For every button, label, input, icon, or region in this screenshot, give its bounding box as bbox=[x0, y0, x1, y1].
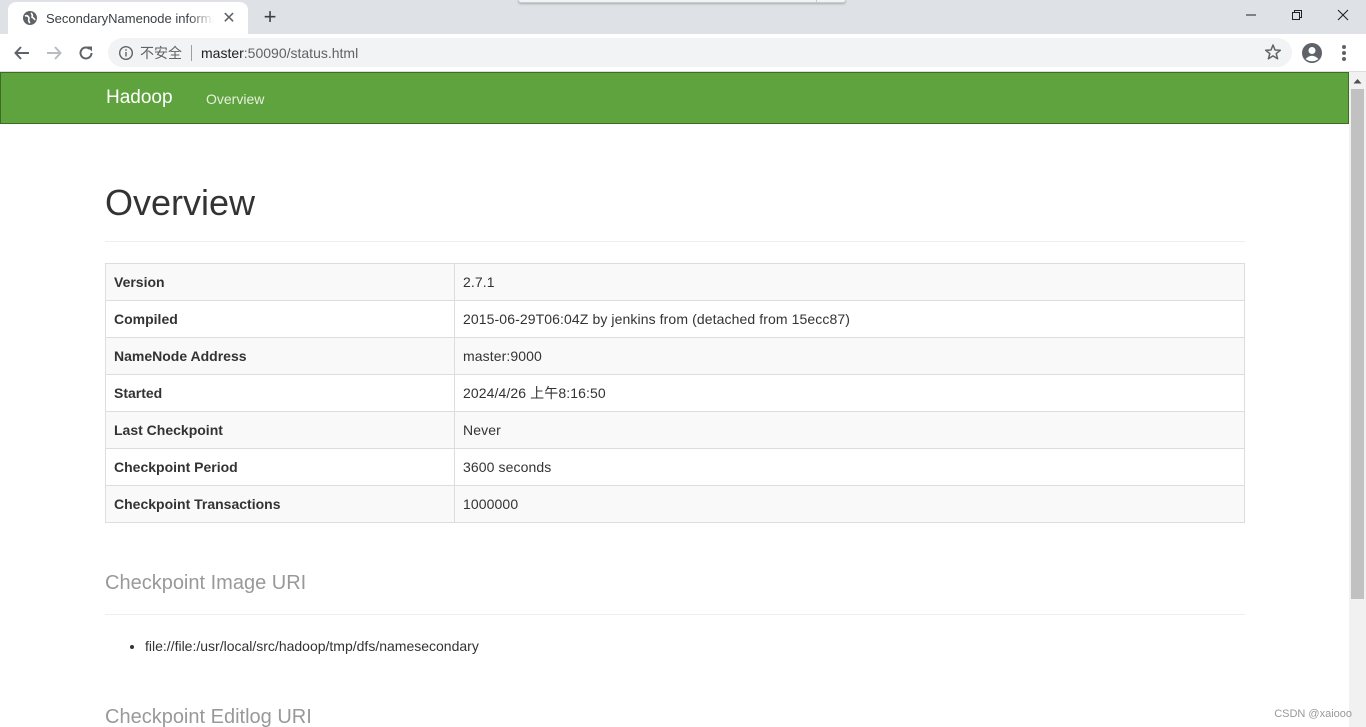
watermark: CSDN @xaiooo bbox=[1274, 708, 1352, 720]
info-key: Checkpoint Transactions bbox=[105, 485, 455, 523]
title-divider bbox=[105, 241, 1245, 242]
info-value: 3600 seconds bbox=[454, 448, 1245, 486]
info-key: Version bbox=[105, 263, 455, 301]
info-table: Version 2.7.1 Compiled 2015-06-29T06:04Z by… bbox=[105, 263, 1245, 523]
table-row: Started 2024/4/26 上午8:16:50 bbox=[105, 374, 1245, 412]
navbar-brand[interactable]: Hadoop bbox=[106, 87, 173, 109]
page-scrollbar[interactable] bbox=[1349, 72, 1366, 727]
page-title: Overview bbox=[105, 182, 256, 223]
info-key: Started bbox=[105, 374, 455, 412]
globe-icon bbox=[22, 10, 38, 26]
back-arrow-icon[interactable] bbox=[8, 39, 36, 67]
table-row: Compiled 2015-06-29T06:04Z by jenkins fro… bbox=[105, 300, 1245, 338]
reload-icon[interactable] bbox=[72, 39, 100, 67]
info-key: Checkpoint Period bbox=[105, 448, 455, 486]
info-value: 2024/4/26 上午8:16:50 bbox=[454, 374, 1245, 412]
tab-close-icon[interactable]: ✕ bbox=[220, 9, 238, 27]
image-uri-divider bbox=[105, 614, 1245, 615]
new-tab-button[interactable]: + bbox=[258, 5, 282, 29]
tab-title: SecondaryNamenode information bbox=[46, 10, 214, 26]
list-item: file://file:/usr/local/src/hadoop/tmp/df… bbox=[145, 636, 479, 656]
table-row: Version 2.7.1 bbox=[105, 263, 1245, 301]
url-path: :50090/status.html bbox=[243, 44, 359, 61]
bookmark-star-icon[interactable] bbox=[1264, 43, 1282, 61]
hadoop-navbar: Hadoop Overview bbox=[0, 72, 1349, 124]
profile-avatar-icon[interactable] bbox=[1300, 41, 1324, 65]
security-label[interactable]: 不安全 bbox=[140, 43, 182, 63]
editlog-uri-heading: Checkpoint Editlog URI bbox=[105, 706, 312, 727]
image-uri-heading: Checkpoint Image URI bbox=[105, 572, 307, 594]
forward-arrow-icon[interactable] bbox=[40, 39, 68, 67]
scrollbar-thumb[interactable] bbox=[1351, 89, 1364, 599]
info-value: Never bbox=[454, 411, 1245, 449]
minimize-icon[interactable] bbox=[1228, 0, 1274, 30]
info-value: 1000000 bbox=[454, 485, 1245, 523]
table-row: Checkpoint Period 3600 seconds bbox=[105, 448, 1245, 486]
scroll-up-arrow-icon[interactable] bbox=[1349, 72, 1366, 89]
table-row: Checkpoint Transactions 1000000 bbox=[105, 485, 1245, 523]
table-row: NameNode Address master:9000 bbox=[105, 337, 1245, 375]
url-host: master bbox=[201, 44, 244, 61]
overlay-popup-edge bbox=[518, 0, 846, 3]
image-uri-list: file://file:/usr/local/src/hadoop/tmp/df… bbox=[105, 636, 479, 656]
page-viewport: Hadoop Overview Overview Version 2.7.1 Com… bbox=[0, 72, 1366, 727]
browser-tabstrip: SecondaryNamenode information ✕ + bbox=[0, 0, 1366, 34]
kebab-menu-icon[interactable] bbox=[1336, 41, 1352, 65]
info-value: 2.7.1 bbox=[454, 263, 1245, 301]
window-close-icon[interactable] bbox=[1320, 0, 1366, 30]
info-value: master:9000 bbox=[454, 337, 1245, 375]
info-key: NameNode Address bbox=[105, 337, 455, 375]
restore-icon[interactable] bbox=[1274, 0, 1320, 30]
nav-link-overview[interactable]: Overview bbox=[206, 91, 264, 107]
info-key: Last Checkpoint bbox=[105, 411, 455, 449]
info-key: Compiled bbox=[105, 300, 455, 338]
browser-toolbar: 不安全 master:50090/status.html bbox=[0, 34, 1366, 72]
info-value: 2015-06-29T06:04Z by jenkins from (detac… bbox=[454, 300, 1245, 338]
address-bar[interactable]: 不安全 master:50090/status.html bbox=[108, 38, 1292, 67]
browser-tab[interactable]: SecondaryNamenode information ✕ bbox=[8, 2, 248, 34]
table-row: Last Checkpoint Never bbox=[105, 411, 1245, 449]
info-icon[interactable] bbox=[118, 45, 134, 61]
omnibox-divider bbox=[191, 44, 192, 61]
